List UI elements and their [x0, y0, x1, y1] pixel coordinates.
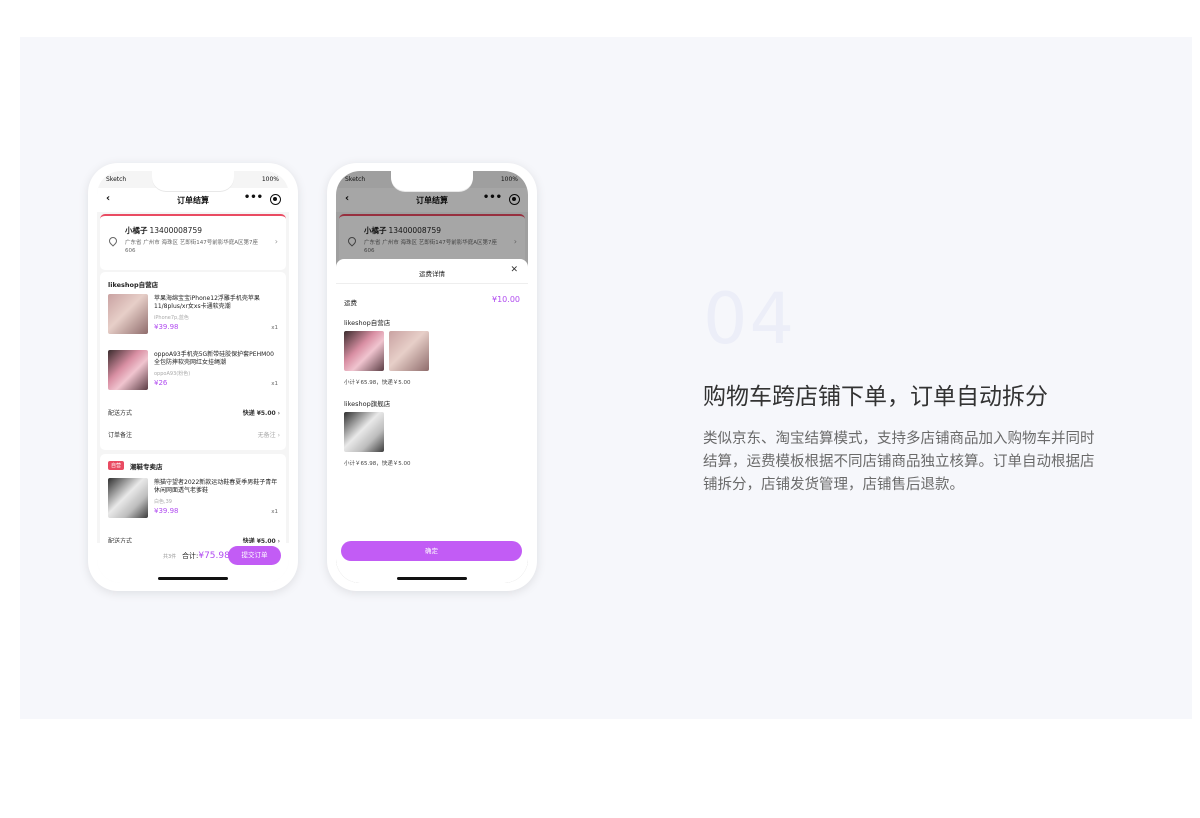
product-thumbnail — [344, 412, 384, 452]
phone-mockup-shipping-detail: Sketch 100% ‹ 订单结算 ••• 小橘子 13400008759 广东… — [327, 163, 537, 591]
delivery-label: 配送方式 — [108, 410, 133, 417]
section-description: 类似京东、淘宝结算模式，支持多店铺商品加入购物车并同时结算，运费模板根据不同店铺… — [703, 431, 1095, 493]
product-title: oppoA93手机壳5G新带硅胶保护套PEHM00全包防摔软壳网红女挂绳潮 — [154, 351, 274, 366]
shop-tag: 自营 — [108, 461, 125, 470]
product-thumbnail — [108, 478, 148, 518]
fee-label: 运费 — [344, 299, 357, 307]
delivery-fee: ¥5.00 — [256, 410, 276, 417]
product-qty: x1 — [271, 381, 278, 387]
list-item[interactable]: oppoA93手机壳5G新带硅胶保护套PEHM00全包防摔软壳网红女挂绳潮 op… — [108, 350, 280, 394]
shop-name: 潮鞋专卖店 — [130, 463, 163, 471]
note-value: 无备注 — [257, 432, 276, 439]
product-spec: iPhone7p,蓝色 — [154, 315, 189, 321]
product-thumbnail — [108, 350, 148, 390]
carrier-label: Sketch — [345, 176, 366, 183]
recipient-name: 小橘子 13400008759 — [125, 226, 203, 235]
fee-value: ¥10.00 — [492, 295, 520, 304]
list-item[interactable]: 苹果海绵宝宝iPhone12浮雕手机壳苹果11/8plus/xr女xs卡通软壳潮… — [108, 294, 280, 338]
item-count: 共3件 — [163, 554, 177, 560]
product-price: ¥39.98 — [154, 323, 179, 331]
delivery-method: 快递 — [242, 410, 255, 417]
close-icon[interactable]: ✕ — [510, 265, 518, 275]
product-qty: x1 — [271, 325, 278, 331]
shop-name: likeshop旗舰店 — [344, 400, 391, 408]
divider — [336, 283, 528, 284]
shop-card: likeshop自营店 苹果海绵宝宝iPhone12浮雕手机壳苹果11/8plu… — [100, 272, 286, 450]
shop-name: likeshop自营店 — [108, 281, 159, 289]
shop-card: 自营 潮鞋专卖店 熊猫守望者2022新款运动鞋春夏季男鞋子青年休闲网面透气老爹鞋… — [100, 454, 286, 554]
address-detail: 广东省 广州市 海珠区 艺即街147号前影华庭A区第7座606 — [125, 240, 259, 254]
product-spec: 白色,39 — [154, 499, 172, 505]
order-total: 合计:¥75.98 — [182, 551, 230, 561]
product-title: 苹果海绵宝宝iPhone12浮雕手机壳苹果11/8plus/xr女xs卡通软壳潮 — [154, 295, 260, 310]
sheet-title: 运费详情 — [419, 270, 445, 278]
submit-order-button[interactable]: 提交订单 — [228, 546, 281, 565]
shop-name: likeshop自营店 — [344, 319, 391, 327]
product-thumbnail — [108, 294, 148, 334]
product-qty: x1 — [271, 509, 278, 515]
nav-bar: ‹ 订单结算 ••• — [97, 188, 289, 212]
address-card[interactable]: 小橘子 13400008759 广东省 广州市 海珠区 艺即街147号前影华庭A区… — [100, 214, 286, 270]
phone-screen: Sketch 100% ‹ 订单结算 ••• 小橘子 13400008759 广东… — [97, 171, 289, 583]
order-total-value: ¥75.98 — [198, 551, 230, 561]
capsule-close-icon[interactable] — [270, 194, 281, 205]
product-price: ¥39.98 — [154, 507, 179, 515]
section-number: 04 — [703, 278, 797, 360]
chevron-right-icon: › — [277, 432, 280, 439]
battery-label: 100% — [261, 176, 279, 183]
shop-subtotal: 小计￥65.98，快递￥5.00 — [344, 380, 411, 386]
phone-notch — [152, 171, 234, 191]
product-spec: oppoA93(粉色) — [154, 371, 191, 377]
shop-subtotal: 小计￥65.98，快递￥5.00 — [344, 461, 411, 467]
chevron-right-icon: › — [274, 237, 278, 246]
chevron-right-icon: › — [277, 410, 280, 417]
section-heading: 购物车跨店铺下单，订单自动拆分 — [703, 384, 1048, 410]
phone-mockup-checkout: Sketch 100% ‹ 订单结算 ••• 小橘子 13400008759 广东… — [88, 163, 298, 591]
delivery-row[interactable]: 配送方式 快递 ¥5.00 › — [108, 408, 280, 417]
home-indicator — [158, 577, 228, 580]
phone-screen: Sketch 100% ‹ 订单结算 ••• 小橘子 13400008759 广东… — [336, 171, 528, 583]
location-pin-icon — [107, 235, 119, 247]
shipping-detail-sheet: 运费详情 ✕ 运费 ¥10.00 likeshop自营店 小计￥65.98，快递… — [336, 259, 528, 583]
product-title: 熊猫守望者2022新款运动鞋春夏季男鞋子青年休闲网面透气老爹鞋 — [154, 479, 278, 494]
more-icon[interactable]: ••• — [244, 192, 263, 203]
confirm-button[interactable]: 确定 — [341, 541, 522, 561]
battery-label: 100% — [500, 176, 518, 183]
carrier-label: Sketch — [106, 176, 127, 183]
recipient-phone: 13400008759 — [149, 226, 203, 235]
note-row[interactable]: 订单备注 无备注 › — [108, 430, 280, 439]
product-thumbnail — [344, 331, 384, 371]
product-price: ¥26 — [154, 379, 168, 387]
phone-notch — [391, 171, 473, 191]
home-indicator — [397, 577, 467, 580]
list-item[interactable]: 熊猫守望者2022新款运动鞋春夏季男鞋子青年休闲网面透气老爹鞋 白色,39 ¥3… — [108, 478, 280, 522]
note-label: 订单备注 — [108, 432, 133, 439]
product-thumbnail — [389, 331, 429, 371]
